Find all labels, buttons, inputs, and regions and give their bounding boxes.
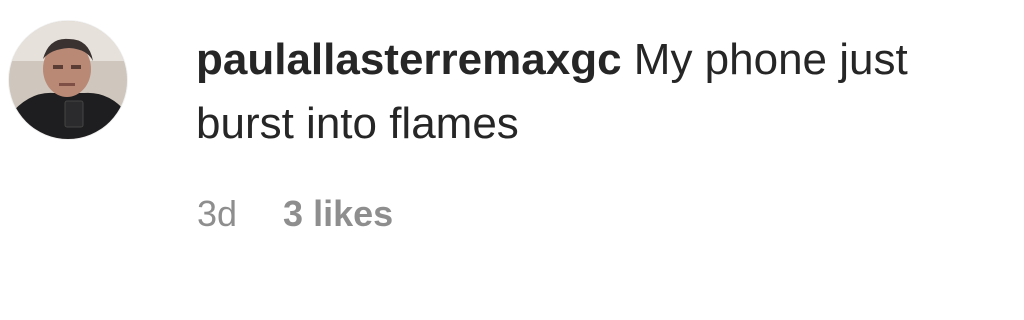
comment-likes-count[interactable]: 3 likes <box>283 190 393 238</box>
user-avatar-photo-icon <box>9 21 127 139</box>
avatar[interactable] <box>9 21 127 139</box>
comment-item: paulallasterremaxgc My phone just burst … <box>0 0 1024 320</box>
comment-timestamp[interactable]: 3d <box>197 190 237 238</box>
comment-meta: 3d 3 likes <box>197 190 393 238</box>
comment-body: paulallasterremaxgc My phone just burst … <box>196 28 996 156</box>
comment-username[interactable]: paulallasterremaxgc <box>196 35 622 84</box>
